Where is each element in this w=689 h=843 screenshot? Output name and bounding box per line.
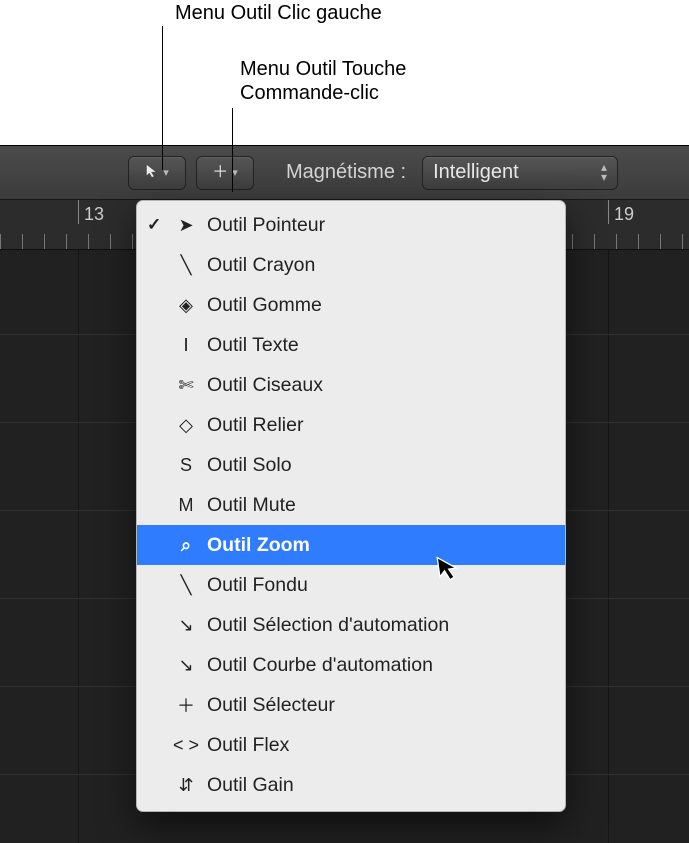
checkmark-icon: ✓ [147, 215, 161, 235]
ruler-label: 13 [84, 204, 104, 225]
text-cursor-icon: Ⅰ [169, 335, 203, 356]
menu-item-eraser[interactable]: ◈Outil Gomme [137, 285, 565, 325]
flex-icon: < > [169, 735, 203, 756]
menu-item-glue[interactable]: ◇Outil Relier [137, 405, 565, 445]
menu-item-label: Outil Ciseaux [207, 374, 323, 397]
gain-icon: ⇵ [169, 775, 203, 796]
chevron-down-icon: ▾ [232, 166, 238, 179]
menu-item-label: Outil Mute [207, 494, 296, 517]
menu-item-solo[interactable]: SOutil Solo [137, 445, 565, 485]
menu-item-label: Outil Sélection d'automation [207, 614, 449, 637]
automation-curve-icon: ↘ [169, 655, 203, 676]
toolbar: ▾ ＋ ▾ Magnétisme : Intelligent ▴▾ [0, 146, 689, 200]
menu-item-label: Outil Sélecteur [207, 694, 335, 717]
menu-item-label: Outil Flex [207, 734, 289, 757]
glue-icon: ◇ [169, 415, 203, 436]
select-stepper-icon: ▴▾ [601, 163, 607, 182]
menu-item-mute[interactable]: MOutil Mute [137, 485, 565, 525]
menu-item-flex[interactable]: < >Outil Flex [137, 725, 565, 765]
menu-item-pointer[interactable]: ✓ ➤Outil Pointeur [137, 205, 565, 245]
eraser-icon: ◈ [169, 295, 203, 316]
menu-item-scissors[interactable]: ✄Outil Ciseaux [137, 365, 565, 405]
track-grid-vline [608, 250, 609, 843]
menu-item-label: Outil Fondu [207, 574, 308, 597]
menu-item-automation-curve[interactable]: ↘Outil Courbe d'automation [137, 645, 565, 685]
pencil-icon: ╲ [169, 255, 203, 276]
menu-item-marquee[interactable]: ＋Outil Sélecteur [137, 685, 565, 725]
annotation-left-click-menu: Menu Outil Clic gauche [175, 2, 382, 25]
menu-item-label: Outil Crayon [207, 254, 315, 277]
annotation-cmd-click-menu-line1: Menu Outil Touche [240, 58, 406, 81]
menu-item-fade[interactable]: ╲Outil Fondu [137, 565, 565, 605]
pointer-icon [145, 164, 159, 182]
menu-item-label: Outil Courbe d'automation [207, 654, 433, 677]
annotation-cmd-click-menu-line2: Commande-clic [240, 82, 379, 105]
menu-item-label: Outil Relier [207, 414, 303, 437]
chevron-down-icon: ▾ [163, 166, 169, 179]
pointer-icon: ➤ [169, 215, 203, 236]
menu-item-label: Outil Pointeur [207, 214, 325, 237]
ruler-tick-major [608, 200, 609, 224]
ruler-label: 19 [614, 204, 634, 225]
marquee-icon: ＋ [169, 692, 203, 718]
zoom-icon: ⌕ [169, 535, 203, 556]
cmd-click-tool-menu-button[interactable]: ＋ ▾ [196, 156, 254, 190]
menu-item-zoom[interactable]: ⌕Outil Zoom [137, 525, 565, 565]
menu-item-label: Outil Solo [207, 454, 292, 477]
menu-item-text-cursor[interactable]: ⅠOutil Texte [137, 325, 565, 365]
solo-icon: S [169, 455, 203, 476]
fade-icon: ╲ [169, 575, 203, 596]
menu-item-label: Outil Gomme [207, 294, 322, 317]
menu-item-pencil[interactable]: ╲Outil Crayon [137, 245, 565, 285]
magnetism-select[interactable]: Intelligent ▴▾ [422, 156, 618, 190]
track-grid-vline [78, 250, 79, 843]
mouse-cursor-icon [436, 554, 462, 590]
magnetism-value: Intelligent [433, 161, 519, 184]
ruler-tick-major [78, 200, 79, 224]
menu-item-label: Outil Texte [207, 334, 299, 357]
menu-item-automation-select[interactable]: ↘Outil Sélection d'automation [137, 605, 565, 645]
menu-item-label: Outil Zoom [207, 534, 310, 557]
magnetism-label: Magnétisme : [286, 161, 406, 184]
left-click-tool-menu-button[interactable]: ▾ [128, 156, 186, 190]
tool-menu[interactable]: ✓➤Outil Pointeur╲Outil Crayon◈Outil Gomm… [136, 200, 566, 812]
menu-item-label: Outil Gain [207, 774, 294, 797]
automation-select-icon: ↘ [169, 615, 203, 636]
plus-icon: ＋ [212, 165, 228, 181]
menu-item-gain[interactable]: ⇵Outil Gain [137, 765, 565, 805]
scissors-icon: ✄ [169, 375, 203, 396]
mute-icon: M [169, 495, 203, 516]
